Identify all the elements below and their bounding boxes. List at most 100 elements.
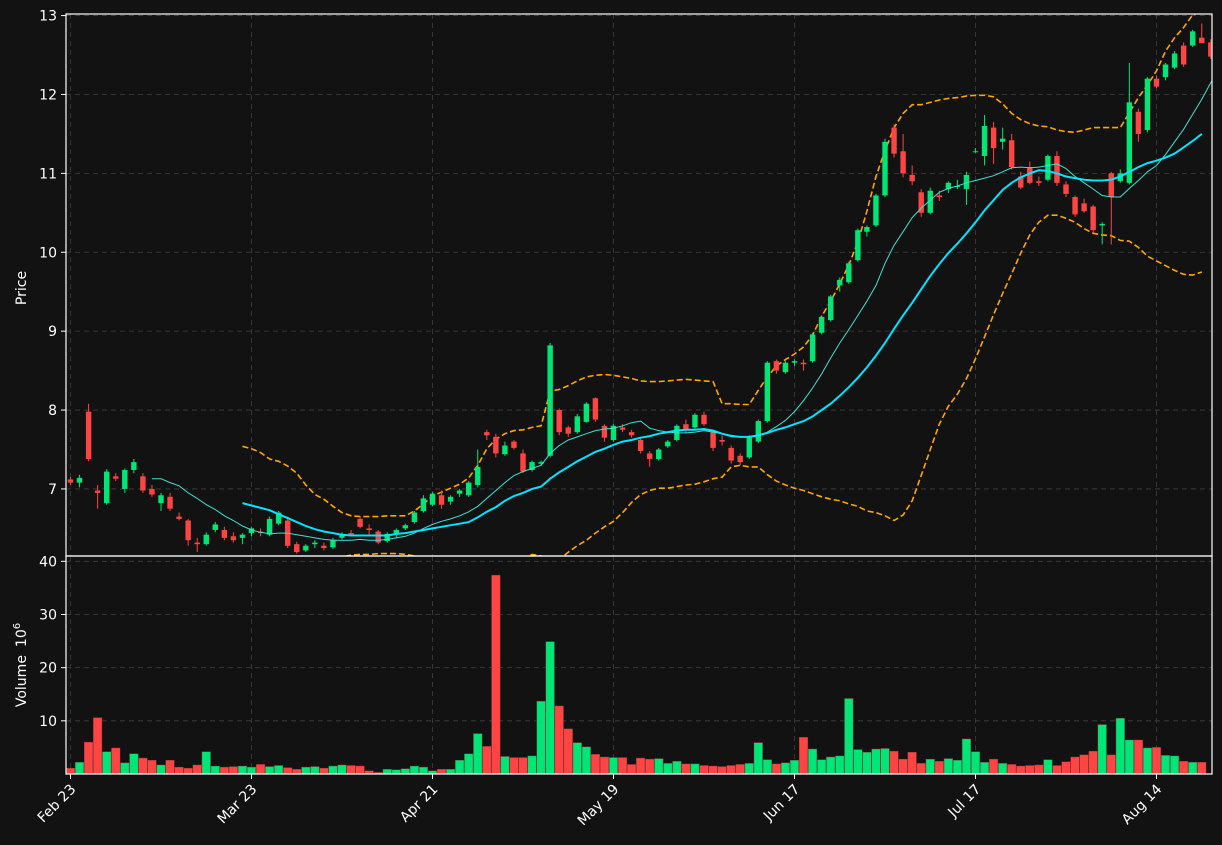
candle-body: [1081, 203, 1087, 212]
candle-body: [828, 296, 834, 321]
candle-body: [212, 524, 218, 530]
candle-body: [466, 482, 472, 496]
volume-bar: [627, 764, 637, 775]
volume-bar: [1161, 755, 1171, 775]
candle-body: [909, 174, 915, 182]
candle-body: [791, 361, 798, 363]
candle-body: [475, 466, 481, 485]
price-axis-label: Price: [14, 271, 30, 305]
candle-body: [755, 421, 761, 442]
volume-bar: [826, 756, 836, 775]
volume-bar: [717, 766, 727, 775]
candle-body: [1099, 223, 1105, 226]
volume-bar: [237, 765, 247, 775]
volume-bar: [690, 763, 700, 775]
volume-bar: [246, 766, 256, 775]
volume-bar: [1188, 762, 1198, 775]
candle-body: [728, 447, 734, 461]
candle-body: [999, 138, 1006, 142]
bollinger-upper-line: [242, 14, 1198, 518]
candle-body: [837, 279, 843, 286]
volume-bar: [301, 766, 311, 775]
volume-tick-label: 40: [39, 554, 57, 570]
candle-body: [447, 496, 454, 502]
candle-body: [592, 398, 599, 420]
candle-body: [113, 476, 119, 479]
candle-body: [764, 362, 771, 422]
volume-bar: [880, 748, 890, 775]
candle-body: [104, 471, 110, 504]
candle-body: [194, 542, 200, 545]
volume-bar: [817, 759, 827, 775]
volume-bar: [93, 717, 103, 775]
volume-bar: [753, 742, 763, 775]
candle-body: [85, 411, 92, 459]
candle-body: [873, 195, 879, 226]
volume-bar: [156, 764, 166, 775]
volume-bar: [618, 757, 628, 775]
volume-tick-label: 30: [39, 607, 57, 623]
candle-body: [990, 127, 997, 149]
candle-body: [665, 441, 671, 447]
candle-body: [1144, 78, 1151, 130]
moving-average-slow-line: [242, 133, 1203, 537]
volume-bar: [853, 749, 863, 775]
volume-bar: [1197, 762, 1207, 775]
volume-bar: [129, 753, 139, 775]
volume-bar: [201, 751, 211, 775]
volume-tick-label: 10: [39, 714, 57, 730]
candle-body: [393, 529, 399, 534]
volume-bar: [943, 758, 953, 775]
volume-bar: [102, 751, 112, 775]
volume-bar: [165, 759, 175, 775]
volume-bar: [310, 766, 320, 775]
volume-bar: [183, 767, 193, 775]
volume-bar: [75, 762, 85, 775]
candle-body: [972, 151, 979, 153]
volume-bar: [84, 741, 94, 775]
candle-body: [1045, 156, 1051, 180]
candle-body: [1108, 173, 1114, 198]
volume-bar: [1007, 764, 1017, 775]
volume-bar: [147, 759, 157, 775]
volume-bar: [925, 758, 935, 775]
volume-bar: [292, 769, 302, 775]
volume-bar: [65, 767, 75, 775]
x-tick-label: Mar 23: [215, 782, 261, 828]
volume-bar: [735, 764, 745, 775]
volume-axis-unit-exponent: 6: [12, 623, 23, 629]
volume-bar: [572, 742, 582, 775]
candle-body: [176, 516, 182, 519]
candle-body: [321, 545, 327, 549]
candle-body: [981, 126, 988, 157]
candle-body: [375, 531, 381, 543]
volume-bar: [1034, 764, 1044, 775]
volume-bar: [210, 765, 220, 775]
candle-body: [818, 316, 825, 333]
x-tick-label: Feb 23: [35, 782, 80, 827]
volume-bar: [762, 759, 772, 775]
candle-body: [330, 540, 336, 548]
volume-bar: [265, 766, 275, 775]
volume-bar: [961, 738, 971, 775]
volume-bar: [581, 746, 591, 775]
volume-bar: [274, 765, 284, 775]
x-tick-label: Jul 17: [945, 782, 985, 822]
candle-body: [1072, 197, 1078, 215]
volume-bar: [726, 765, 736, 775]
candle-body: [619, 427, 626, 430]
candle-body: [294, 544, 300, 553]
x-tick-label: Jun 17: [760, 782, 803, 825]
candle-body: [402, 525, 409, 529]
volume-bar: [518, 757, 528, 775]
candle-body: [158, 495, 164, 504]
candle-body: [583, 403, 590, 422]
candle-body: [710, 432, 716, 448]
candle-body: [1153, 78, 1160, 87]
candle-body: [746, 436, 752, 458]
volume-bar: [219, 766, 229, 775]
candle-body: [628, 432, 635, 436]
candle-body: [502, 445, 508, 455]
volume-bar: [437, 769, 447, 775]
volume-bar: [1088, 750, 1098, 775]
